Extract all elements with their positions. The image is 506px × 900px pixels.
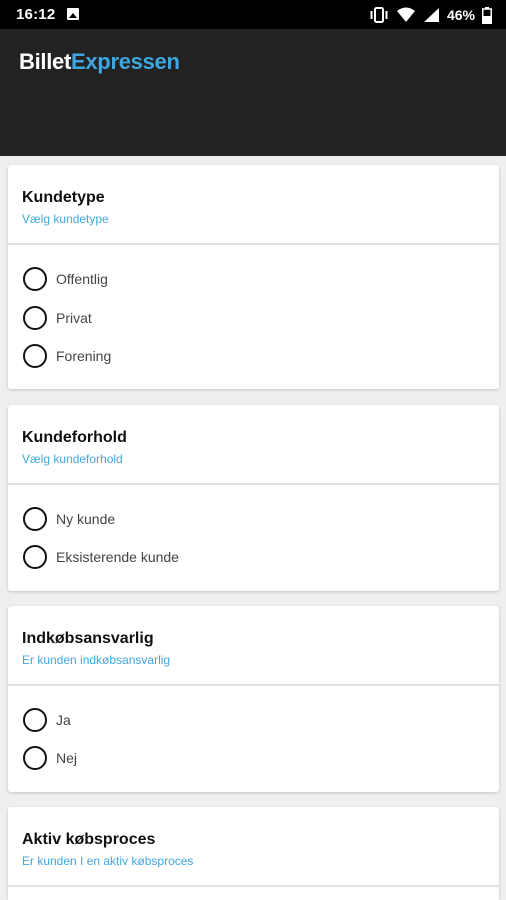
app-bar: BilletExpressen — [0, 29, 506, 156]
radio-option-nej[interactable]: Nej — [23, 745, 77, 771]
status-icons: 46% — [369, 4, 492, 26]
radio-option-forening[interactable]: Forening — [23, 343, 111, 369]
radio-button[interactable] — [23, 344, 47, 368]
radio-label: Eksisterende kunde — [56, 549, 179, 565]
card-kundeforhold: Kundeforhold Vælg kundeforhold Ny kunde … — [8, 405, 499, 591]
radio-button[interactable] — [23, 746, 47, 770]
section-title: Aktiv købsproces — [22, 831, 156, 848]
card-aktiv-kobsproces: Aktiv købsproces Er kunden I en aktiv kø… — [8, 807, 499, 900]
radio-button[interactable] — [23, 545, 47, 569]
radio-button[interactable] — [23, 708, 47, 732]
status-time: 16:12 — [16, 6, 56, 23]
logo-text-billet: Billet — [19, 49, 71, 74]
battery-icon — [482, 6, 492, 24]
radio-option-eksisterende-kunde[interactable]: Eksisterende kunde — [23, 544, 179, 570]
signal-icon — [423, 8, 439, 22]
section-subtitle: Vælg kundetype — [22, 212, 109, 226]
section-title: Kundetype — [22, 189, 105, 206]
app-logo: BilletExpressen — [19, 49, 180, 75]
radio-label: Privat — [56, 310, 92, 326]
radio-label: Ny kunde — [56, 511, 116, 527]
battery-percentage: 46% — [446, 7, 475, 23]
radio-button[interactable] — [23, 507, 47, 531]
logo-text-expressen: Expressen — [71, 49, 180, 74]
radio-option-offentlig[interactable]: Offentlig — [23, 266, 108, 292]
card-indkobsansvarlig: Indkøbsansvarlig Er kunden indkøbsansvar… — [8, 606, 499, 792]
card-header: Kundetype Vælg kundetype — [8, 165, 499, 245]
radio-label: Forening — [56, 348, 112, 364]
card-header: Aktiv købsproces Er kunden I en aktiv kø… — [8, 807, 499, 887]
vibrate-icon — [370, 7, 388, 23]
section-subtitle: Er kunden indkøbsansvarlig — [22, 653, 171, 667]
radio-option-ja[interactable]: Ja — [23, 707, 71, 733]
status-bar: 16:12 46% — [0, 0, 506, 29]
section-title: Indkøbsansvarlig — [22, 630, 154, 647]
radio-label: Nej — [56, 750, 78, 766]
radio-label: Offentlig — [56, 271, 108, 287]
radio-button[interactable] — [23, 267, 47, 291]
wifi-icon — [396, 7, 415, 22]
section-subtitle: Er kunden I en aktiv købsproces — [22, 854, 194, 868]
section-subtitle: Vælg kundeforhold — [22, 452, 123, 466]
card-header: Kundeforhold Vælg kundeforhold — [8, 405, 499, 485]
image-icon — [67, 8, 79, 20]
radio-button[interactable] — [23, 306, 47, 330]
radio-label: Ja — [56, 712, 71, 728]
section-title: Kundeforhold — [22, 429, 127, 446]
card-header: Indkøbsansvarlig Er kunden indkøbsansvar… — [8, 606, 499, 686]
card-kundetype: Kundetype Vælg kundetype Offentlig Priva… — [8, 165, 499, 389]
radio-option-ny-kunde[interactable]: Ny kunde — [23, 506, 115, 532]
radio-option-privat[interactable]: Privat — [23, 305, 92, 331]
